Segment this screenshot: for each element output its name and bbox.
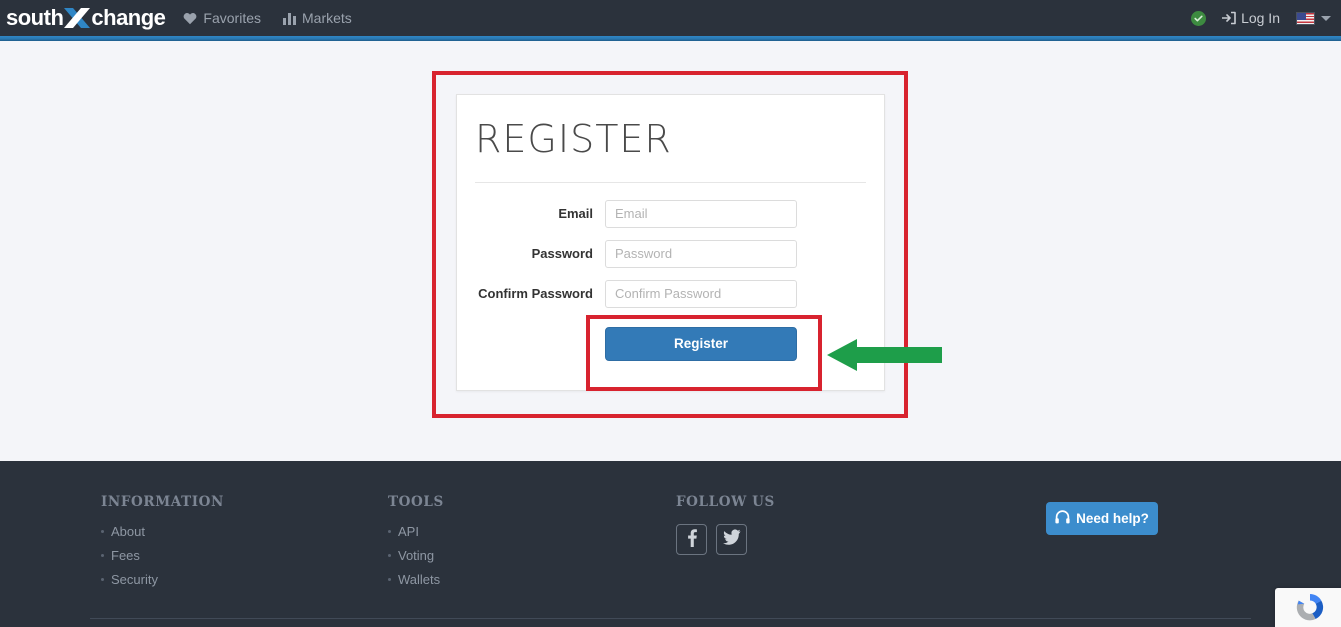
form-row-confirm-password: Confirm Password	[457, 279, 884, 308]
form-row-submit: Register	[457, 326, 884, 361]
recaptcha-badge[interactable]	[1275, 588, 1341, 627]
password-label: Password	[531, 246, 593, 262]
x-logo-icon	[64, 6, 91, 30]
caret-down-icon	[1321, 15, 1331, 21]
register-button[interactable]: Register	[605, 326, 797, 361]
facebook-link[interactable]	[676, 524, 707, 555]
twitter-link[interactable]	[716, 524, 747, 555]
footer-link-voting-label: Voting	[398, 548, 435, 563]
navbar-accent-bar	[0, 36, 1341, 41]
bar-chart-icon	[283, 12, 296, 25]
headphones-icon	[1055, 510, 1070, 527]
need-help-button[interactable]: Need help?	[1046, 502, 1158, 535]
bullet-icon	[388, 554, 391, 557]
nav-right-group: Log In	[1191, 10, 1331, 26]
main-content: REGISTER Email Password Confirm Password…	[0, 41, 1341, 461]
confirm-password-input[interactable]	[605, 279, 797, 308]
need-help-label: Need help?	[1076, 511, 1149, 526]
twitter-icon	[722, 529, 741, 550]
bullet-icon	[101, 530, 104, 533]
footer-link-voting[interactable]: Voting	[388, 548, 444, 563]
check-circle-icon[interactable]	[1191, 10, 1207, 26]
language-selector[interactable]	[1296, 11, 1331, 25]
footer-column-information: INFORMATION About Fees Security	[101, 494, 224, 596]
primary-nav: Favorites Markets	[183, 0, 352, 36]
site-footer: INFORMATION About Fees Security TOOLS AP…	[0, 461, 1341, 627]
footer-heading-tools: TOOLS	[388, 494, 444, 510]
nav-item-favorites[interactable]: Favorites	[183, 0, 261, 36]
footer-divider	[90, 618, 1251, 619]
nav-item-markets-label: Markets	[302, 10, 352, 26]
footer-link-fees[interactable]: Fees	[101, 548, 224, 563]
password-input[interactable]	[605, 239, 797, 268]
facebook-icon	[683, 528, 700, 552]
brand-logo[interactable]: south change	[6, 0, 166, 36]
form-row-email: Email	[457, 199, 884, 228]
nav-item-favorites-label: Favorites	[203, 10, 261, 26]
footer-link-wallets-label: Wallets	[398, 572, 441, 587]
footer-link-fees-label: Fees	[111, 548, 140, 563]
footer-link-api[interactable]: API	[388, 524, 444, 539]
footer-heading-information: INFORMATION	[101, 494, 224, 510]
login-button[interactable]: Log In	[1222, 10, 1280, 26]
social-links	[676, 524, 775, 555]
email-label: Email	[558, 206, 593, 222]
footer-column-tools: TOOLS API Voting Wallets	[388, 494, 444, 596]
brand-text-right: change	[91, 5, 166, 30]
email-input[interactable]	[605, 199, 797, 228]
heart-icon	[183, 12, 197, 25]
footer-link-security[interactable]: Security	[101, 572, 224, 587]
footer-link-about[interactable]: About	[101, 524, 224, 539]
footer-column-follow-us: FOLLOW US	[676, 494, 775, 555]
page-title: REGISTER	[475, 117, 672, 161]
footer-link-wallets[interactable]: Wallets	[388, 572, 444, 587]
bullet-icon	[101, 578, 104, 581]
sign-in-icon	[1222, 11, 1236, 25]
register-form: Email Password Confirm Password Register	[457, 183, 884, 361]
login-label: Log In	[1241, 10, 1280, 26]
nav-item-markets[interactable]: Markets	[283, 0, 352, 36]
footer-link-about-label: About	[111, 524, 145, 539]
bullet-icon	[388, 578, 391, 581]
bullet-icon	[101, 554, 104, 557]
bullet-icon	[388, 530, 391, 533]
brand-text-left: south	[6, 5, 64, 30]
confirm-password-label: Confirm Password	[478, 286, 593, 302]
footer-link-api-label: API	[398, 524, 419, 539]
us-flag-icon	[1296, 11, 1315, 25]
footer-heading-follow-us: FOLLOW US	[676, 494, 775, 510]
footer-link-security-label: Security	[111, 572, 158, 587]
top-navbar: south change Favorites Markets Log In	[0, 0, 1341, 36]
submit-spacer	[457, 327, 605, 361]
recaptcha-icon	[1293, 590, 1327, 627]
register-card: REGISTER Email Password Confirm Password…	[456, 94, 885, 391]
form-row-password: Password	[457, 239, 884, 268]
